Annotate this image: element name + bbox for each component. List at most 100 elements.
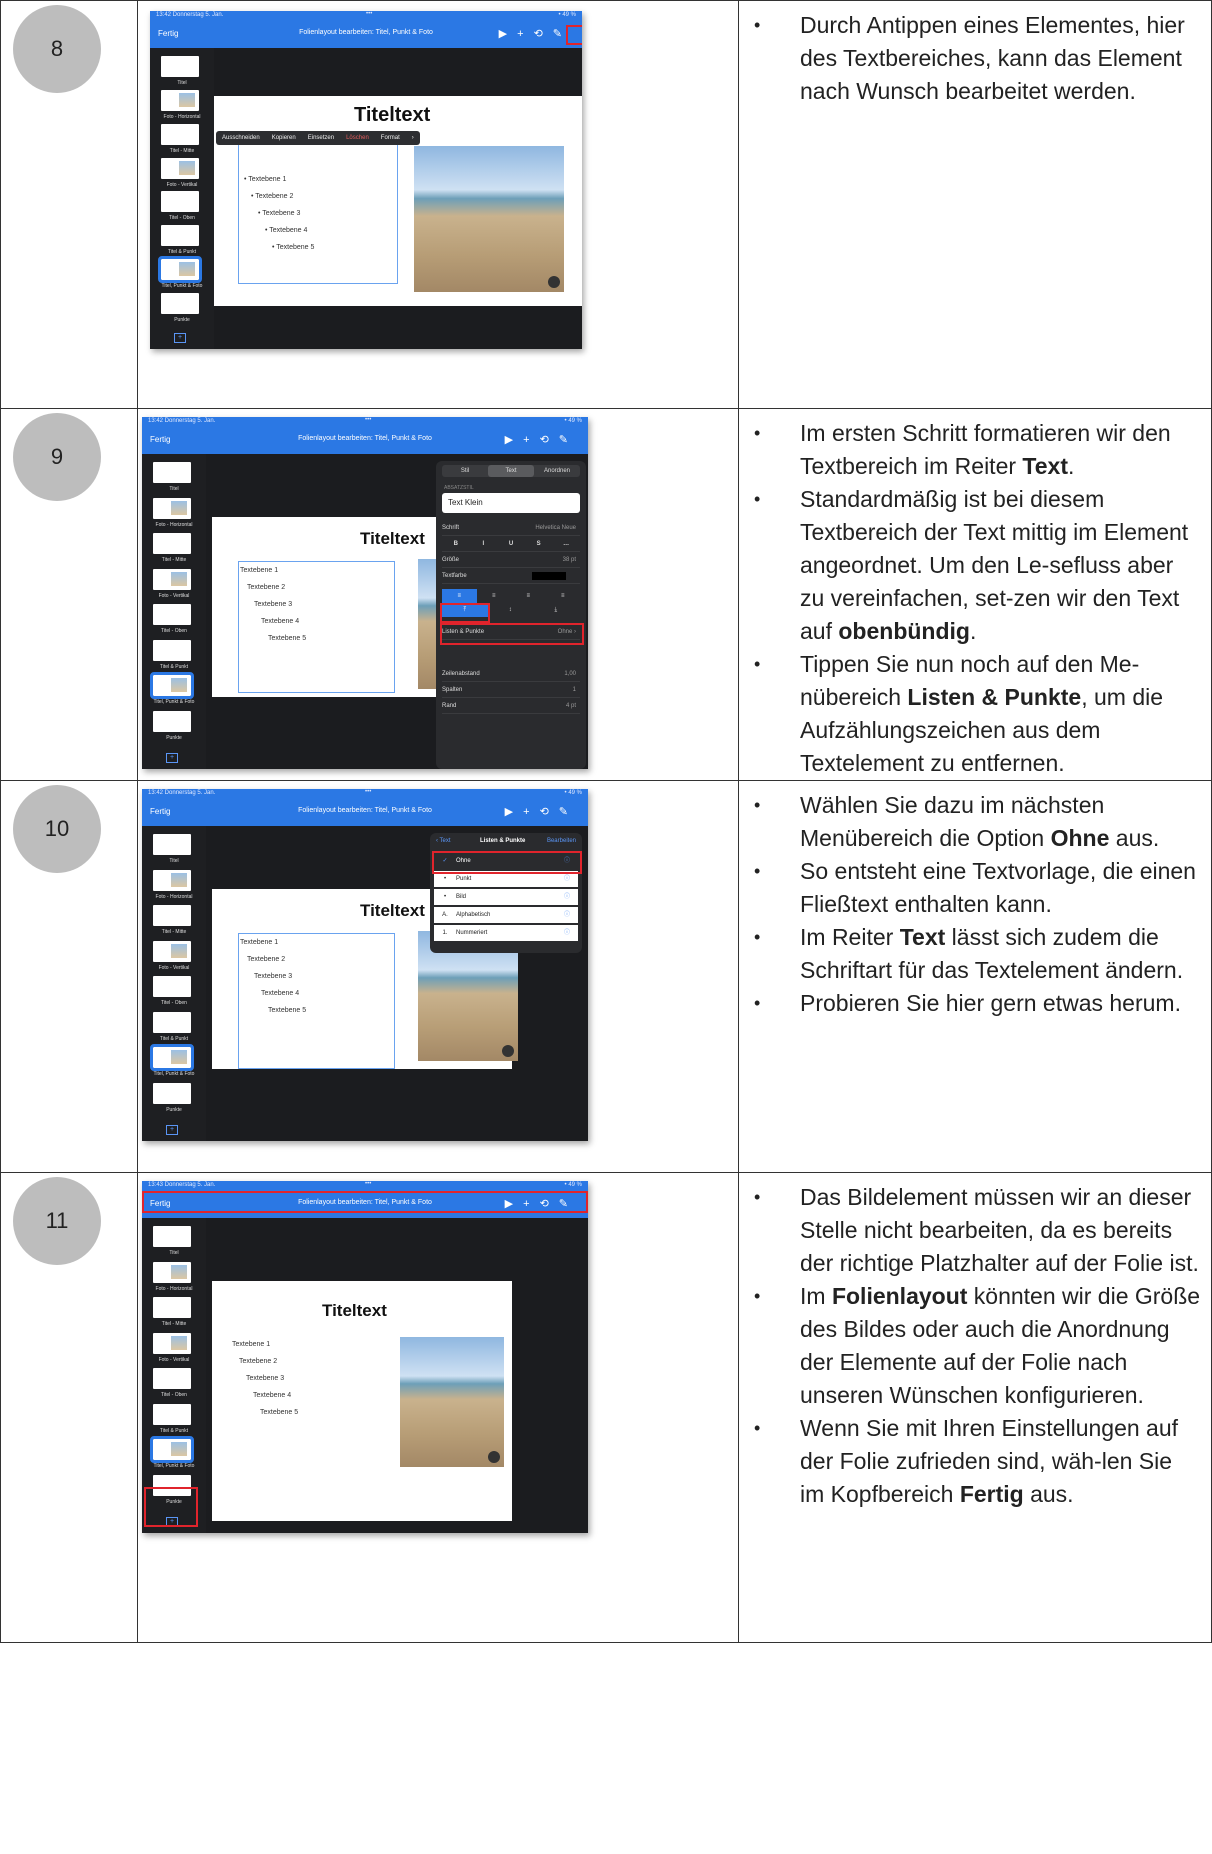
slide-thumbnail[interactable] <box>153 1082 191 1104</box>
align-button[interactable]: ⤓ <box>533 603 579 617</box>
list-option[interactable]: 1. Nummeriert ⓘ <box>434 925 578 941</box>
text-cell: Das Bildelement müssen wir an dieser Ste… <box>738 1172 1212 1643</box>
slide-thumbnail[interactable] <box>150 1436 194 1464</box>
bullet-item: So entsteht eine Textvorlage, die einen … <box>739 855 1201 921</box>
slide-thumbnail[interactable] <box>153 1403 191 1425</box>
edit-menu-item[interactable]: Kopieren <box>266 135 302 141</box>
add-icon[interactable]: + <box>517 28 533 40</box>
format-button[interactable]: … <box>552 537 580 551</box>
text-run: Durch Antippen eines Elementes, hier des… <box>800 12 1185 104</box>
align-button[interactable]: ↕ <box>488 603 534 617</box>
slide-thumbnail[interactable] <box>153 497 191 519</box>
list-option[interactable]: A. Alphabetisch ⓘ <box>434 907 578 923</box>
add-slide-icon[interactable]: + <box>166 1125 178 1135</box>
panel-tab[interactable]: Stil <box>442 465 488 477</box>
align-button[interactable]: ≡ <box>442 589 477 603</box>
step-row: 9 13:42 Donnerstag 5. Jan. ••• • 49 % Ferti… <box>0 408 1212 781</box>
slide-thumbnail[interactable] <box>153 710 191 732</box>
format-button[interactable]: B <box>442 537 470 551</box>
panel-row[interactable]: Schrift Helvetica Neue <box>442 521 580 536</box>
bullet-item: Probieren Sie hier gern etwas herum. <box>739 987 1201 1020</box>
edit-link[interactable]: Bearbeiten <box>547 838 576 844</box>
slide-thumbnail[interactable] <box>153 905 191 927</box>
slide-thumbnail[interactable] <box>150 1044 194 1072</box>
panel-row[interactable]: B I U S… <box>442 537 580 552</box>
slide-thumbnail[interactable] <box>153 834 191 855</box>
toolbar-icons: ▶+⟲✎ <box>505 433 578 446</box>
slide-thumbnail[interactable] <box>153 568 191 590</box>
format-button[interactable]: S <box>525 537 553 551</box>
bold-term: Text <box>899 924 946 950</box>
slide-thumbnail[interactable] <box>153 940 191 962</box>
info-icon[interactable]: ⓘ <box>564 925 570 941</box>
color-swatch[interactable] <box>532 572 566 580</box>
slide-thumbnail[interactable] <box>161 157 199 179</box>
format-button[interactable]: I <box>470 537 498 551</box>
panel-row[interactable]: Rand 4 pt <box>442 699 580 714</box>
slide-thumbnail[interactable] <box>153 1297 191 1319</box>
status-time: 13:42 Donnerstag 5. Jan. <box>156 12 224 18</box>
slide-thumbnail[interactable] <box>153 604 191 626</box>
align-button[interactable]: ≡ <box>511 589 546 603</box>
slide-thumbnail[interactable] <box>161 89 199 111</box>
paragraph-style-button[interactable]: Text Klein <box>442 493 580 513</box>
thumbnail-photo <box>171 943 187 958</box>
back-button[interactable]: ‹ Text <box>436 838 451 844</box>
format-button[interactable]: U <box>497 537 525 551</box>
brush-icon[interactable]: ✎ <box>559 434 578 446</box>
panel-row[interactable]: Spalten 1 <box>442 683 580 698</box>
add-icon[interactable]: + <box>523 806 539 818</box>
bullet-item: Tippen Sie nun noch auf den Me-nübereich… <box>739 648 1201 780</box>
edit-menu-item[interactable]: Format <box>375 135 406 141</box>
slide-thumbnail[interactable] <box>161 292 199 314</box>
undo-icon[interactable]: ⟲ <box>540 806 559 818</box>
slide-thumbnail[interactable] <box>153 462 191 483</box>
panel-tab[interactable]: Anordnen <box>534 465 580 477</box>
play-icon[interactable]: ▶ <box>499 28 517 40</box>
slide-thumbnail[interactable] <box>150 672 194 700</box>
panel-row[interactable]: Textfarbe <box>442 569 580 584</box>
slide-thumbnail[interactable] <box>153 1261 191 1283</box>
panel-row[interactable]: Größe 38 pt <box>442 553 580 568</box>
edit-menu-item[interactable]: Ausschneiden <box>216 135 266 141</box>
add-slide-icon[interactable]: + <box>166 753 178 763</box>
row-value: 38 pt <box>562 557 576 563</box>
slide-thumbnail[interactable] <box>158 256 202 284</box>
undo-icon[interactable]: ⟲ <box>534 28 553 40</box>
add-slide-icon[interactable]: + <box>174 333 186 343</box>
text-placeholder-selection[interactable] <box>238 933 395 1069</box>
brush-icon[interactable]: ✎ <box>559 806 578 818</box>
info-icon[interactable]: ⓘ <box>564 889 570 905</box>
add-icon[interactable]: + <box>523 434 539 446</box>
nav-bar: Fertig Folienlayout bearbeiten: Titel, Pu… <box>142 799 588 826</box>
slide-thumbnail[interactable] <box>161 225 199 247</box>
panel-tab[interactable]: Text <box>488 465 534 477</box>
option-label: Alphabetisch <box>456 912 491 918</box>
text-placeholder-selection[interactable] <box>238 561 395 693</box>
align-button[interactable]: ≡ <box>546 589 581 603</box>
panel-row[interactable]: Zeilenabstand 1,00 <box>442 667 580 682</box>
slide-thumbnail[interactable] <box>153 1332 191 1354</box>
align-button[interactable]: ≡ <box>477 589 512 603</box>
slide-thumbnail[interactable] <box>153 869 191 891</box>
play-icon[interactable]: ▶ <box>505 806 523 818</box>
slide-thumbnail[interactable] <box>153 1011 191 1033</box>
status-dots: ••• <box>365 789 372 795</box>
slide-thumbnail[interactable] <box>161 56 199 77</box>
undo-icon[interactable]: ⟲ <box>540 434 559 446</box>
list-option[interactable]: • Bild ⓘ <box>434 889 578 905</box>
info-icon[interactable]: ⓘ <box>564 907 570 923</box>
slide-thumbnail[interactable] <box>153 639 191 661</box>
slide-thumbnail[interactable] <box>161 191 199 213</box>
edit-menu-item[interactable]: › <box>406 135 420 141</box>
slide-thumbnail[interactable] <box>153 533 191 555</box>
slide-thumbnail[interactable] <box>153 976 191 998</box>
text-placeholder-selection[interactable] <box>238 142 398 284</box>
slide-thumbnail[interactable] <box>153 1226 191 1247</box>
slide-thumbnail[interactable] <box>161 123 199 145</box>
play-icon[interactable]: ▶ <box>505 434 523 446</box>
edit-menu-item[interactable]: Einsetzen <box>302 135 340 141</box>
edit-menu-item[interactable]: Löschen <box>340 135 375 141</box>
slide-thumbnail[interactable] <box>153 1368 191 1390</box>
thumbnail-label: Foto - Vertikal <box>158 1356 190 1363</box>
